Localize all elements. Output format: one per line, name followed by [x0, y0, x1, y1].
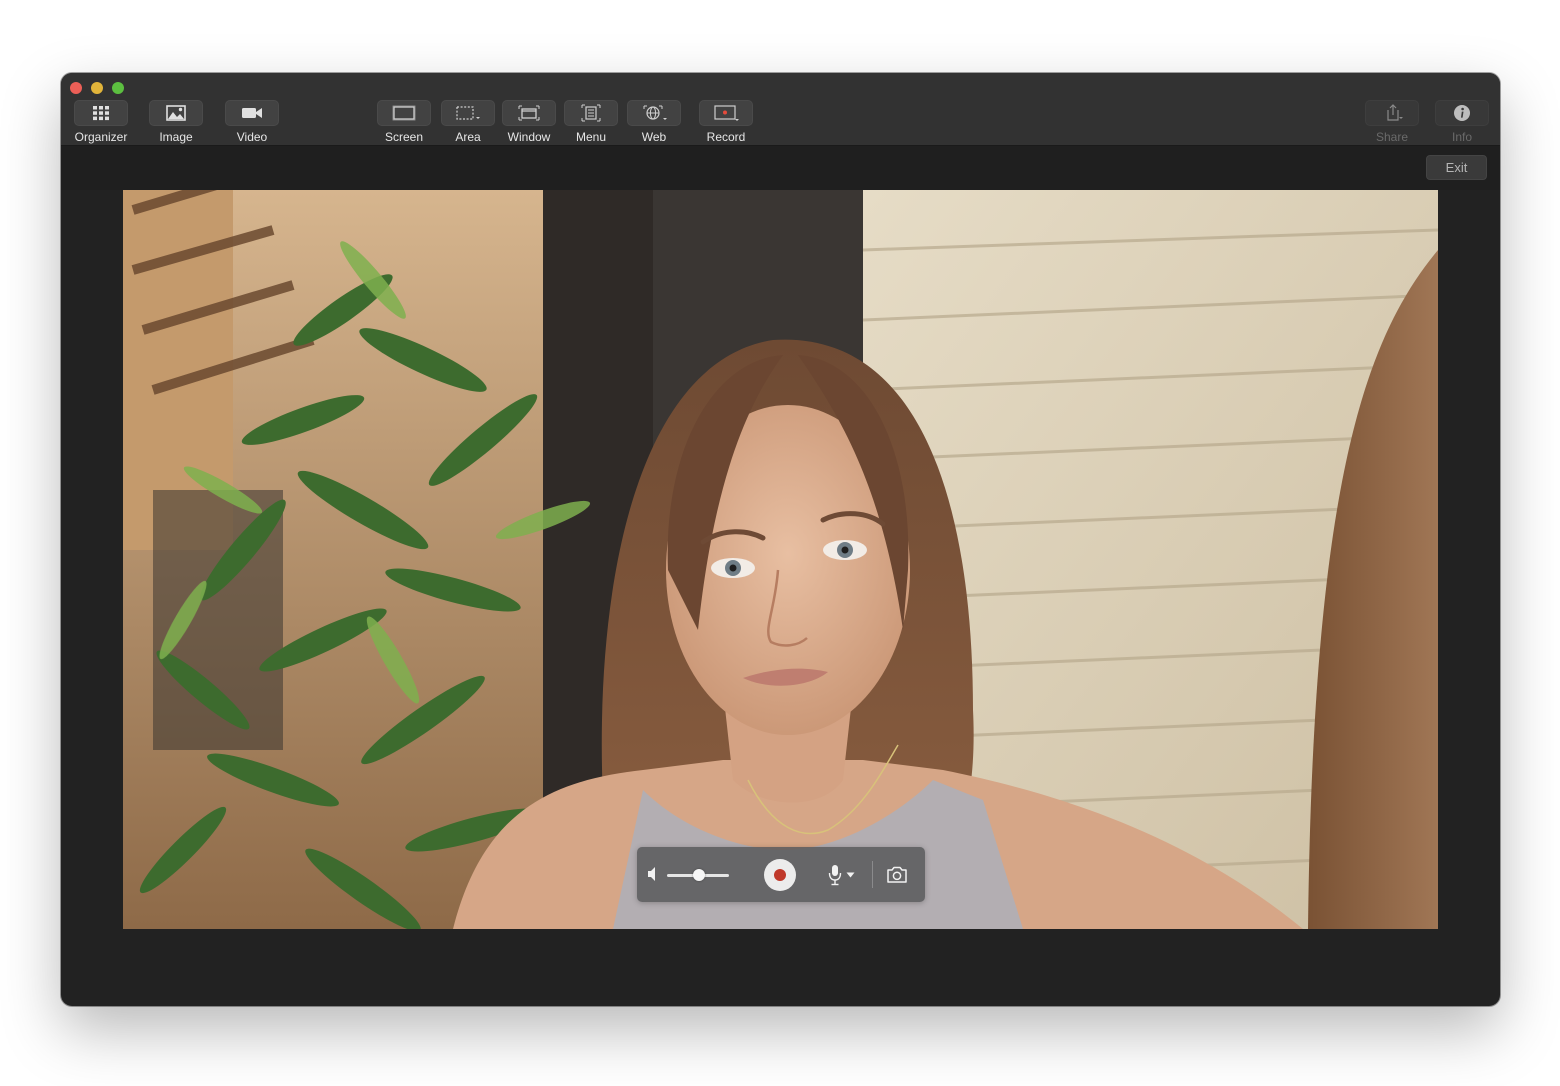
info-button[interactable]: Info: [1427, 100, 1497, 144]
window-label: Window: [507, 130, 551, 144]
screen-capture-button[interactable]: Screen: [369, 100, 439, 144]
capture-subbar: Exit: [61, 146, 1500, 190]
web-label: Web: [641, 130, 667, 144]
speaker-icon: [648, 867, 655, 881]
window-controls: [70, 82, 124, 94]
screen-label: Screen: [384, 130, 424, 144]
volume-slider[interactable]: [667, 869, 729, 881]
zoom-window-button[interactable]: [112, 82, 124, 94]
minimize-window-button[interactable]: [91, 82, 103, 94]
close-window-button[interactable]: [70, 82, 82, 94]
controls-divider: [872, 861, 873, 888]
menu-capture-icon: [581, 104, 601, 122]
record-screen-icon: [714, 105, 739, 121]
share-label: Share: [1375, 130, 1409, 144]
organizer-button[interactable]: Organizer: [66, 100, 136, 144]
record-screen-button[interactable]: Record: [691, 100, 761, 144]
share-icon: [1387, 104, 1403, 121]
menu-label: Menu: [575, 130, 607, 144]
area-capture-button[interactable]: Area: [433, 100, 503, 144]
exit-button[interactable]: Exit: [1426, 155, 1487, 180]
image-label: Image: [159, 130, 193, 144]
screen-capture-icon: [392, 105, 416, 121]
area-label: Area: [455, 130, 481, 144]
menu-capture-button[interactable]: Menu: [556, 100, 626, 144]
volume-slider-knob[interactable]: [693, 869, 705, 881]
video-button[interactable]: Video: [217, 100, 287, 144]
share-button[interactable]: Share: [1357, 100, 1427, 144]
video-camera-icon: [242, 108, 262, 118]
area-capture-icon: [456, 106, 480, 120]
web-capture-icon: [643, 105, 667, 120]
camera-feed-image: [123, 190, 1438, 929]
microphone-icon[interactable]: [828, 864, 842, 886]
camera-snapshot-icon[interactable]: [886, 866, 908, 883]
window-capture-button[interactable]: Window: [494, 100, 564, 144]
image-icon: [166, 105, 186, 121]
chevron-down-icon[interactable]: [846, 872, 855, 878]
grid-icon: [93, 106, 109, 121]
app-window: Organizer Image Video Screen Area Window…: [61, 73, 1500, 1006]
record-button[interactable]: [764, 859, 796, 891]
organizer-label: Organizer: [74, 130, 128, 144]
web-capture-button[interactable]: Web: [619, 100, 689, 144]
recording-controls: [637, 847, 925, 902]
record-button-icon: [774, 869, 786, 881]
info-label: Info: [1451, 130, 1472, 144]
record-label: Record: [706, 130, 746, 144]
toolbar: Organizer Image Video Screen Area Window…: [61, 73, 1500, 146]
video-label: Video: [236, 130, 268, 144]
info-icon: [1454, 105, 1470, 121]
camera-preview: [123, 190, 1438, 929]
window-capture-icon: [518, 105, 540, 121]
image-button[interactable]: Image: [141, 100, 211, 144]
